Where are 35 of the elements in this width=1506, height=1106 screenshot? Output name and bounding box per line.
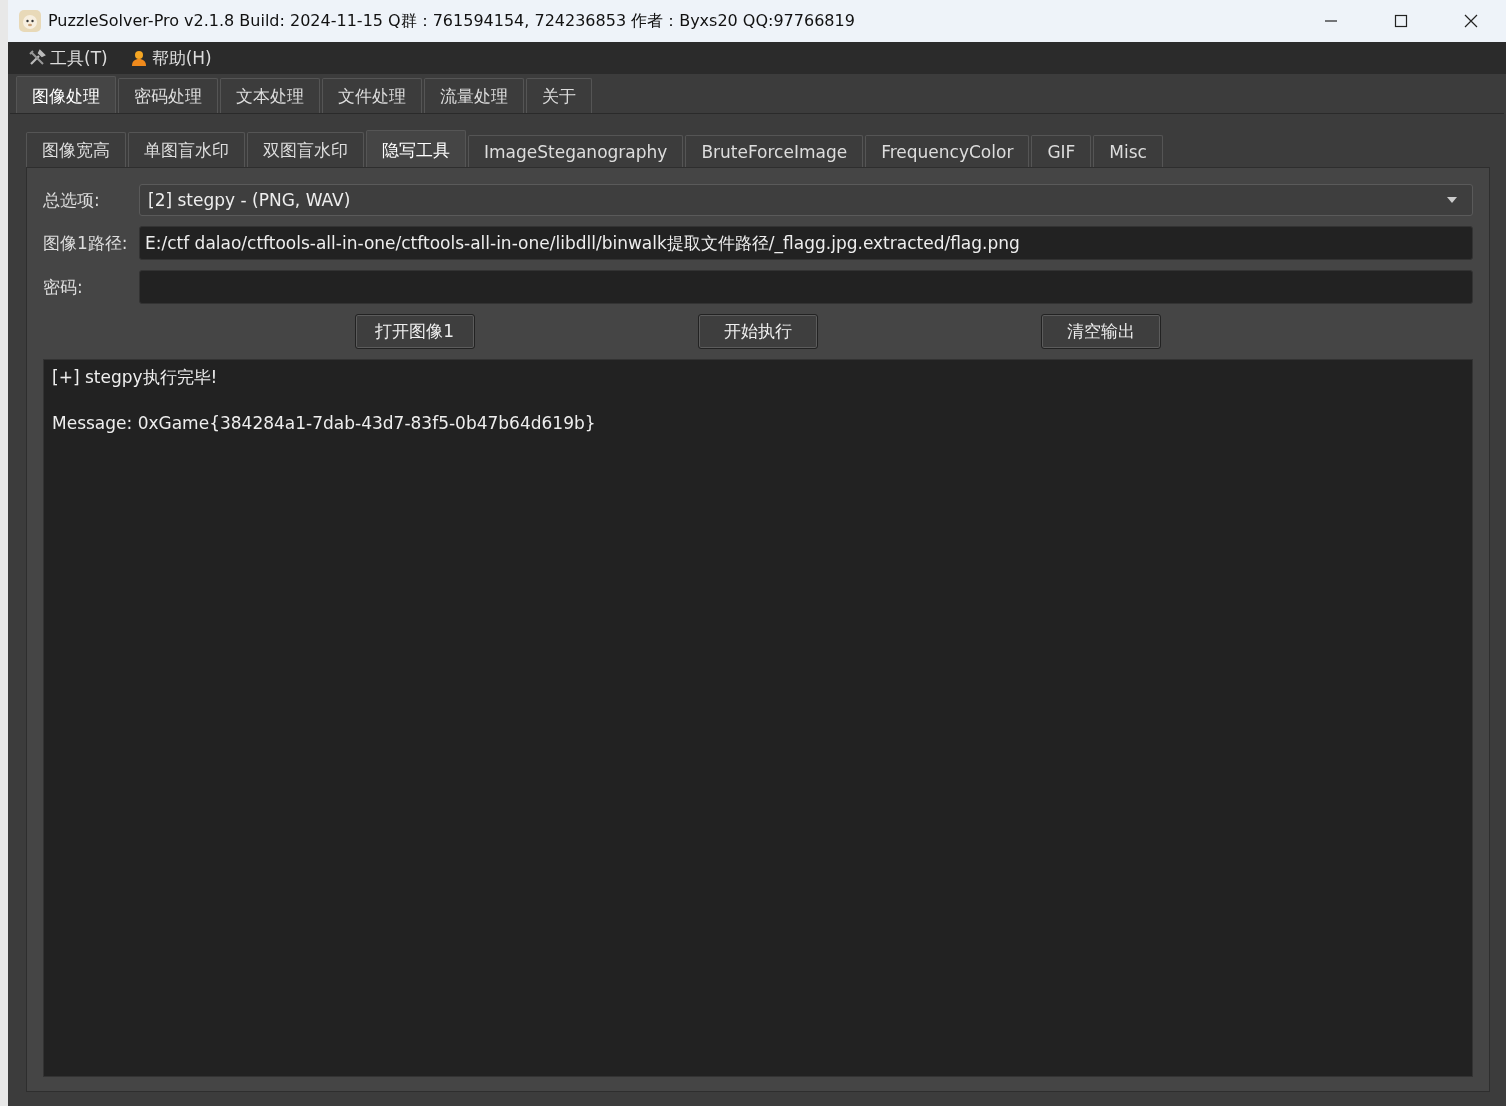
tab[interactable]: Misc [1093,135,1163,167]
tab[interactable]: 单图盲水印 [128,132,245,167]
tab[interactable]: 文件处理 [322,78,422,113]
input-field[interactable]: E:/ctf dalao/ctftools-all-in-one/ctftools-all-in-one/libdll/binwalk提取文件路径/_flagg.jpg.extracted/flag.png [139,226,1473,260]
field-label: 密码: [43,275,84,299]
output-line: Message: 0xGame{384284a1-7dab-43d7-83f5-0b47b64d619b} [52,413,597,433]
tab[interactable]: 图像宽高 [26,132,126,167]
tab[interactable]: 文本处理 [220,78,320,113]
tab[interactable]: 图像处理 [16,76,116,113]
tab[interactable]: FrequencyColor [865,135,1030,167]
action-button[interactable]: 开始执行 [698,314,818,349]
tab[interactable]: GIF [1031,135,1092,167]
tools-icon [28,49,46,67]
sheep-icon [18,9,42,33]
maximize-icon [1394,14,1408,28]
tab[interactable]: ImageSteganography [468,135,684,167]
menu-item[interactable]: 帮助(H) [125,44,216,72]
field-label: 图像1路径: [43,231,129,255]
tab[interactable]: 关于 [526,78,592,113]
person-icon [129,49,148,67]
tab[interactable]: BruteForceImage [685,135,864,167]
option-dropdown[interactable]: [2] stegpy - (PNG, WAV) [139,184,1473,216]
caret-icon [1446,196,1458,204]
field-label: 总选项: [43,188,101,212]
window-title: PuzzleSolver-Pro v2.1.8 Build: 2024-11-15 Q群：761594154, 724236853 作者：Byxs20 QQ:97766819 [48,10,855,32]
close-icon [1464,14,1478,28]
tab[interactable]: 流量处理 [424,78,524,113]
output-line: [+] stegpy执行完毕! [52,366,219,389]
input-field[interactable] [139,270,1473,304]
tab[interactable]: 隐写工具 [366,130,466,167]
action-button[interactable]: 清空输出 [1041,314,1162,349]
tab[interactable]: 密码处理 [118,78,218,113]
action-button[interactable]: 打开图像1 [354,314,475,349]
menu-item[interactable]: 工具(T) [24,44,112,72]
tab[interactable]: 双图盲水印 [247,132,364,167]
